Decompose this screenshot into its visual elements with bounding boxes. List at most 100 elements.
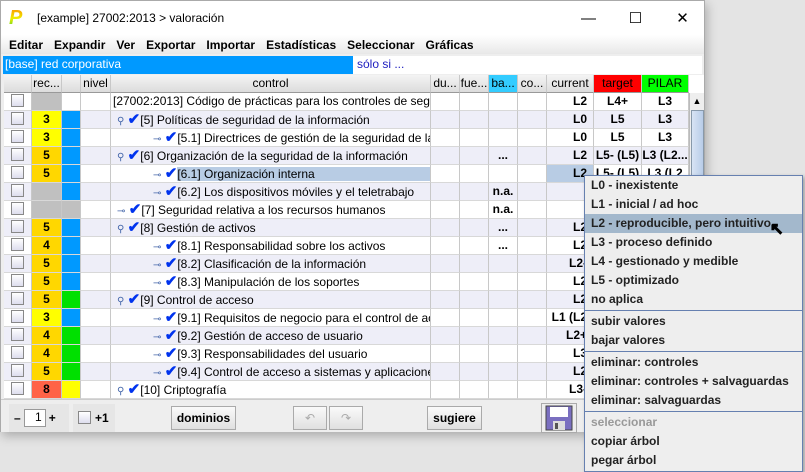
control-cell[interactable]: ⊸ ✔[9.4] Control de acceso a sistemas y … xyxy=(111,363,431,381)
control-cell[interactable]: ⚲ ✔[9] Control de acceso xyxy=(111,291,431,309)
menu-item[interactable]: L0 - inexistente xyxy=(585,176,802,195)
column-header-fue[interactable]: fue... xyxy=(460,75,489,93)
row-checkbox[interactable] xyxy=(11,274,24,288)
menu-item[interactable]: L2 - reproducible, pero intuitivo ↖ xyxy=(585,214,802,239)
plus-one-option[interactable]: +1 xyxy=(73,404,115,432)
level-input[interactable]: 1 xyxy=(23,409,46,427)
row-checkbox[interactable] xyxy=(11,166,24,180)
column-header-rec[interactable]: rec... xyxy=(32,75,62,93)
table-row[interactable]: 3 ⊸ ✔[5.1] Directrices de gestión de la s… xyxy=(4,129,689,147)
menu-ver[interactable]: Ver xyxy=(116,38,135,52)
row-checkbox[interactable] xyxy=(11,220,24,234)
tree-leaf-icon[interactable]: ⊸ xyxy=(153,332,161,343)
column-header-du[interactable]: du... xyxy=(431,75,460,93)
menu-item[interactable]: eliminar: controles xyxy=(585,353,802,372)
menu-item[interactable]: eliminar: salvaguardas xyxy=(585,391,802,410)
tree-leaf-icon[interactable]: ⊸ xyxy=(153,368,161,379)
control-cell[interactable]: ⊸ ✔[9.1] Requisitos de negocio para el c… xyxy=(111,309,431,327)
row-checkbox[interactable] xyxy=(11,382,24,396)
current-cell[interactable]: L2 xyxy=(547,147,594,165)
menu-item[interactable]: bajar valores xyxy=(585,331,802,350)
control-cell[interactable]: ⊸ ✔[5.1] Directrices de gestión de la se… xyxy=(111,129,431,147)
row-checkbox[interactable] xyxy=(11,292,24,306)
tree-leaf-icon[interactable]: ⊸ xyxy=(153,350,161,361)
menu-importar[interactable]: Importar xyxy=(206,38,255,52)
column-header-ba[interactable]: ba... xyxy=(489,75,518,93)
menu-graficas[interactable]: Gráficas xyxy=(426,38,474,52)
tree-node-icon[interactable]: ⚲ xyxy=(117,296,124,307)
control-cell[interactable]: ⊸ ✔[8.3] Manipulación de los soportes xyxy=(111,273,431,291)
tree-node-icon[interactable]: ⚲ xyxy=(117,224,124,235)
row-checkbox[interactable] xyxy=(11,130,24,144)
tree-leaf-icon[interactable]: ⊸ xyxy=(153,170,161,181)
column-header-pilar[interactable]: PILAR xyxy=(642,75,689,93)
column-header-nivel[interactable]: nivel xyxy=(81,75,111,93)
plus-one-checkbox[interactable] xyxy=(78,410,91,424)
undo-button[interactable]: ↶ xyxy=(293,406,327,430)
row-checkbox[interactable] xyxy=(11,310,24,324)
tree-leaf-icon[interactable]: ⊸ xyxy=(153,278,161,289)
increment-button[interactable]: + xyxy=(49,411,56,425)
menu-item[interactable]: copiar árbol xyxy=(585,432,802,451)
tree-node-icon[interactable]: ⚲ xyxy=(117,116,124,127)
control-cell[interactable]: ⊸ ✔[8.2] Clasificación de la información xyxy=(111,255,431,273)
row-checkbox[interactable] xyxy=(11,238,24,252)
menu-editar[interactable]: Editar xyxy=(9,38,43,52)
column-header-color[interactable] xyxy=(62,75,81,93)
tree-leaf-icon[interactable]: ⊸ xyxy=(153,314,161,325)
menu-exportar[interactable]: Exportar xyxy=(146,38,195,52)
control-cell[interactable]: ⊸ ✔[9.2] Gestión de acceso de usuario xyxy=(111,327,431,345)
control-cell[interactable]: ⊸ ✔[8.1] Responsabilidad sobre los activ… xyxy=(111,237,431,255)
decrement-button[interactable]: – xyxy=(14,411,21,425)
minimize-button[interactable]: — xyxy=(566,1,611,35)
control-cell[interactable]: ⊸ ✔[6.2] Los dispositivos móviles y el t… xyxy=(111,183,431,201)
current-cell[interactable]: L2 xyxy=(547,93,594,111)
column-header-control[interactable]: control xyxy=(111,75,431,93)
menu-item[interactable]: no aplica xyxy=(585,290,802,309)
row-checkbox[interactable] xyxy=(11,202,24,216)
base-selector[interactable]: [base] red corporativa xyxy=(3,56,353,74)
menu-estadisticas[interactable]: Estadísticas xyxy=(266,38,336,52)
menu-item[interactable]: subir valores xyxy=(585,312,802,331)
tree-leaf-icon[interactable]: ⊸ xyxy=(117,206,125,217)
tree-leaf-icon[interactable]: ⊸ xyxy=(153,134,161,145)
menu-expandir[interactable]: Expandir xyxy=(54,38,105,52)
menu-item[interactable]: L1 - inicial / ad hoc xyxy=(585,195,802,214)
menu-item[interactable]: L5 - optimizado xyxy=(585,271,802,290)
control-cell[interactable]: ⊸ ✔[7] Seguridad relativa a los recursos… xyxy=(111,201,431,219)
table-row[interactable]: 3 ⚲ ✔[5] Políticas de seguridad de la inf… xyxy=(4,111,689,129)
scroll-up-icon[interactable]: ▲ xyxy=(690,93,704,109)
menu-item[interactable]: eliminar: controles + salvaguardas xyxy=(585,372,802,391)
menu-seleccionar[interactable]: Seleccionar xyxy=(347,38,414,52)
tree-leaf-icon[interactable]: ⊸ xyxy=(153,188,161,199)
column-header-co[interactable]: co... xyxy=(518,75,547,93)
control-cell[interactable]: ⊸ ✔[9.3] Responsabilidades del usuario xyxy=(111,345,431,363)
current-cell[interactable]: L0 xyxy=(547,111,594,129)
row-checkbox[interactable] xyxy=(11,112,24,126)
tree-node-icon[interactable]: ⚲ xyxy=(117,152,124,163)
row-checkbox[interactable] xyxy=(11,184,24,198)
maximize-button[interactable]: ☐ xyxy=(613,1,658,35)
row-checkbox[interactable] xyxy=(11,256,24,270)
dominios-button[interactable]: dominios xyxy=(171,406,236,430)
sugiere-button[interactable]: sugiere xyxy=(427,406,482,430)
column-header-current[interactable]: current xyxy=(547,75,594,93)
row-checkbox[interactable] xyxy=(11,346,24,360)
solo-si-filter[interactable]: sólo si ... xyxy=(353,56,404,74)
table-row[interactable]: [27002:2013] Código de prácticas para lo… xyxy=(4,93,689,111)
row-checkbox[interactable] xyxy=(11,148,24,162)
redo-button[interactable]: ↷ xyxy=(329,406,363,430)
row-checkbox[interactable] xyxy=(11,94,24,108)
menu-item[interactable]: L4 - gestionado y medible xyxy=(585,252,802,271)
row-checkbox[interactable] xyxy=(11,328,24,342)
control-cell[interactable]: ⚲ ✔[10] Criptografía xyxy=(111,381,431,399)
tree-leaf-icon[interactable]: ⊸ xyxy=(153,242,161,253)
column-header-select[interactable] xyxy=(4,75,32,93)
save-button[interactable] xyxy=(541,403,577,433)
control-cell[interactable]: ⊸ ✔[6.1] Organización interna xyxy=(111,165,431,183)
control-cell[interactable]: [27002:2013] Código de prácticas para lo… xyxy=(111,93,431,111)
table-row[interactable]: 5 ⚲ ✔[6] Organización de la seguridad de … xyxy=(4,147,689,165)
control-cell[interactable]: ⚲ ✔[6] Organización de la seguridad de l… xyxy=(111,147,431,165)
tree-leaf-icon[interactable]: ⊸ xyxy=(153,260,161,271)
current-cell[interactable]: L0 xyxy=(547,129,594,147)
